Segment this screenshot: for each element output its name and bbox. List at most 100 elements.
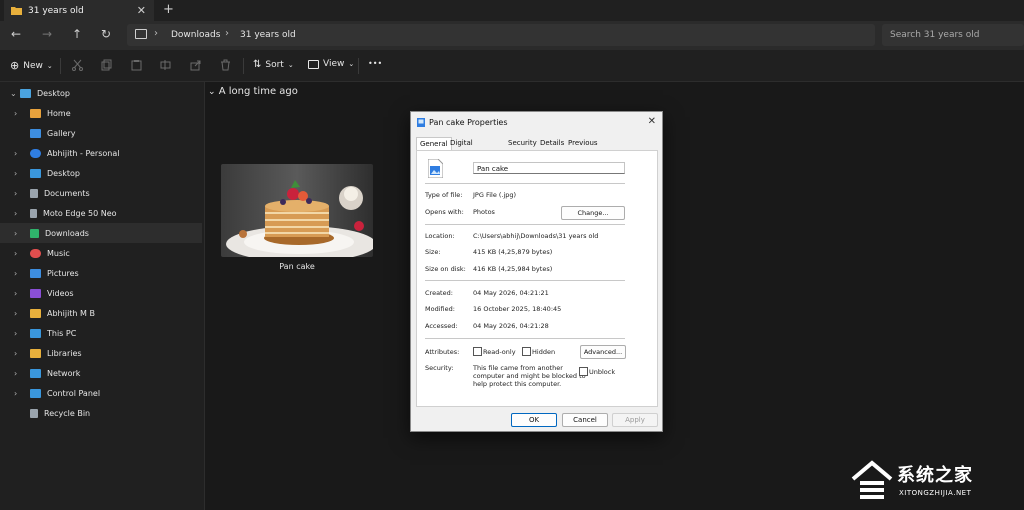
- attributes-label: Attributes:: [425, 348, 460, 356]
- chevron-right-icon[interactable]: ›: [14, 309, 24, 318]
- copy-icon[interactable]: [101, 59, 112, 71]
- group-header[interactable]: ⌄ A long time ago: [208, 86, 298, 97]
- chevron-right-icon[interactable]: ›: [14, 289, 24, 298]
- pc-icon: [135, 29, 147, 39]
- location-value: C:\Users\abhij\Downloads\31 years old: [473, 232, 599, 240]
- paste-icon[interactable]: [131, 59, 142, 71]
- tab-31-years-old[interactable]: 31 years old ✕: [4, 0, 154, 21]
- sidebar-item-gallery[interactable]: Gallery: [0, 123, 202, 143]
- opens-with-label: Opens with:: [425, 208, 464, 216]
- sidebar-item-phone[interactable]: › Moto Edge 50 Neo: [0, 203, 202, 223]
- sidebar-item-user-folder[interactable]: › Abhijith M B: [0, 303, 202, 323]
- desktop-icon: [30, 168, 41, 178]
- close-tab-icon[interactable]: ✕: [137, 4, 146, 17]
- size-on-disk-label: Size on disk:: [425, 265, 466, 273]
- view-button[interactable]: View ⌄: [308, 59, 354, 69]
- chevron-right-icon[interactable]: ›: [14, 329, 24, 338]
- control-panel-icon: [30, 388, 41, 398]
- chevron-right-icon[interactable]: ›: [14, 369, 24, 378]
- sidebar-item-label: Abhijith M B: [47, 308, 95, 318]
- home-icon: [30, 108, 41, 118]
- chevron-right-icon[interactable]: ›: [14, 189, 24, 198]
- general-tab-panel: Pan cake Type of file: JPG File (.jpg) O…: [416, 150, 658, 407]
- document-icon: [30, 188, 38, 198]
- divider: [425, 183, 625, 184]
- security-text-line-1: This file came from another: [473, 364, 563, 372]
- sidebar-item-onedrive[interactable]: › Abhijith - Personal: [0, 143, 202, 163]
- read-only-checkbox[interactable]: [473, 347, 482, 356]
- size-on-disk-value: 416 KB (4,25,984 bytes): [473, 265, 553, 273]
- sidebar-item-downloads[interactable]: › Downloads: [0, 223, 202, 243]
- sidebar-item-libraries[interactable]: › Libraries: [0, 343, 202, 363]
- chevron-right-icon[interactable]: ›: [14, 229, 24, 238]
- chevron-down-icon[interactable]: ⌄: [208, 87, 216, 97]
- sidebar-item-home[interactable]: › Home: [0, 103, 202, 123]
- search-placeholder: Search 31 years old: [890, 30, 980, 40]
- sidebar-item-label: Downloads: [45, 228, 89, 238]
- chevron-right-icon[interactable]: ›: [14, 249, 24, 258]
- ok-button[interactable]: OK: [511, 413, 557, 427]
- up-arrow-icon[interactable]: ↑: [72, 27, 82, 41]
- sidebar-item-this-pc[interactable]: › This PC: [0, 323, 202, 343]
- refresh-icon[interactable]: ↻: [101, 27, 111, 41]
- chevron-right-icon[interactable]: ›: [14, 149, 24, 158]
- new-tab-button[interactable]: +: [163, 2, 174, 17]
- sidebar-item-desktop[interactable]: › Desktop: [0, 163, 202, 183]
- sidebar-item-videos[interactable]: › Videos: [0, 283, 202, 303]
- breadcrumb-downloads[interactable]: Downloads: [171, 30, 220, 40]
- forward-arrow-icon[interactable]: →: [42, 27, 52, 41]
- file-name-label[interactable]: Pan cake: [221, 262, 373, 271]
- recycle-bin-icon: [30, 408, 38, 418]
- sort-label: Sort: [265, 59, 284, 70]
- chevron-right-icon[interactable]: ›: [14, 349, 24, 358]
- tab-digital-signatures[interactable]: Digital Signatures: [447, 137, 490, 160]
- unblock-checkbox[interactable]: [579, 367, 588, 376]
- tab-details[interactable]: Details: [537, 137, 567, 150]
- network-icon: [30, 368, 41, 378]
- chevron-right-icon[interactable]: ›: [14, 389, 24, 398]
- divider: [60, 58, 61, 74]
- cut-icon[interactable]: [72, 59, 83, 71]
- download-icon: [30, 228, 39, 238]
- breadcrumb-31-years-old[interactable]: 31 years old: [240, 30, 296, 40]
- hidden-checkbox[interactable]: [522, 347, 531, 356]
- sidebar-item-music[interactable]: › Music: [0, 243, 202, 263]
- share-icon[interactable]: [190, 59, 201, 71]
- new-button[interactable]: ⊕ New ⌄: [10, 59, 53, 72]
- advanced-button[interactable]: Advanced...: [580, 345, 626, 359]
- more-options-button[interactable]: •••: [368, 59, 382, 68]
- cancel-button[interactable]: Cancel: [562, 413, 608, 427]
- sidebar-item-recycle-bin[interactable]: Recycle Bin: [0, 403, 202, 423]
- chevron-right-icon[interactable]: ›: [14, 109, 24, 118]
- tab-title: 31 years old: [28, 5, 84, 16]
- address-bar[interactable]: › Downloads › 31 years old: [127, 24, 875, 46]
- phone-icon: [30, 208, 37, 218]
- sidebar-item-network[interactable]: › Network: [0, 363, 202, 383]
- close-icon[interactable]: ✕: [648, 116, 656, 127]
- sidebar-item-pictures[interactable]: › Pictures: [0, 263, 202, 283]
- change-button[interactable]: Change...: [561, 206, 625, 220]
- tab-security[interactable]: Security: [505, 137, 540, 150]
- search-input[interactable]: Search 31 years old: [882, 24, 1024, 46]
- chevron-right-icon[interactable]: ›: [14, 269, 24, 278]
- chevron-right-icon[interactable]: ›: [14, 209, 24, 218]
- tab-previous-versions[interactable]: Previous Versions: [565, 137, 601, 160]
- apply-button[interactable]: Apply: [612, 413, 658, 427]
- sort-button[interactable]: ⇅ Sort ⌄: [253, 59, 294, 70]
- security-text-line-2: computer and might be blocked to: [473, 372, 586, 380]
- pancake-thumbnail[interactable]: [221, 164, 373, 257]
- back-arrow-icon[interactable]: ←: [11, 27, 21, 41]
- sidebar-item-control-panel[interactable]: › Control Panel: [0, 383, 202, 403]
- hidden-label: Hidden: [532, 348, 556, 356]
- chevron-right-icon[interactable]: ›: [14, 169, 24, 178]
- rename-icon[interactable]: [160, 59, 171, 71]
- chevron-down-icon[interactable]: ⌄: [10, 89, 20, 98]
- pictures-icon: [30, 268, 41, 278]
- gallery-icon: [30, 128, 41, 138]
- image-file-icon: [428, 159, 443, 178]
- sidebar-item-desktop-root[interactable]: ⌄ Desktop: [0, 83, 202, 103]
- navigation-bar: ← → ↑ ↻ › Downloads › 31 years old Searc…: [0, 21, 1024, 50]
- sidebar-item-documents[interactable]: › Documents: [0, 183, 202, 203]
- delete-icon[interactable]: [220, 59, 231, 71]
- file-name-field[interactable]: Pan cake: [473, 162, 625, 174]
